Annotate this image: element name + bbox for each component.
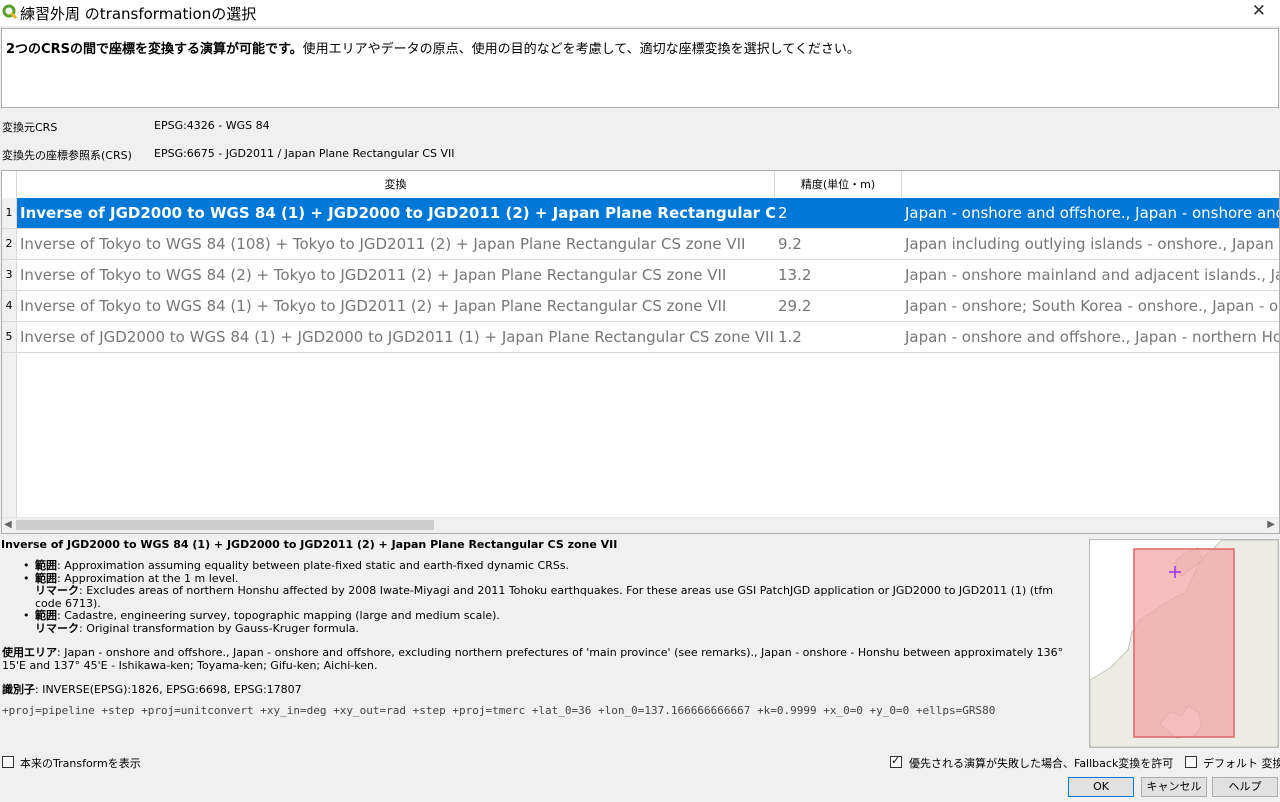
header-transform[interactable]: 変換 [17, 171, 775, 198]
cell-accuracy[interactable]: 29.2 [775, 291, 902, 321]
remark-key: リマーク [35, 621, 79, 635]
row-number: 3 [2, 260, 17, 290]
cell-transform[interactable]: Inverse of JGD2000 to WGS 84 (1) + JGD20… [17, 198, 775, 228]
help-button[interactable]: ヘルプ [1212, 777, 1278, 797]
show-original-label: 本来のTransformを表示 [20, 757, 141, 770]
cell-accuracy[interactable]: 2 [775, 198, 902, 228]
row-number: 1 [2, 198, 17, 228]
table-header: 変換 精度(単位・m) [2, 171, 1279, 199]
intro-body: 使用エリアやデータの原点、使用の目的などを考慮して、適切な座標変換を選択してくだ… [302, 42, 860, 57]
area-text: : Japan - onshore and offshore., Japan -… [2, 646, 1064, 672]
allow-fallback-label: 優先される演算が失敗した場合、Fallback変換を許可 [909, 757, 1174, 770]
table-row[interactable]: 5 Inverse of JGD2000 to WGS 84 (1) + JGD… [2, 322, 1279, 353]
cell-accuracy[interactable]: 9.2 [775, 229, 902, 259]
remark-value: : Excludes areas of northern Honshu affe… [35, 584, 1053, 610]
row-number: 2 [2, 229, 17, 259]
ok-button[interactable]: OK [1068, 777, 1134, 797]
header-corner [2, 171, 17, 198]
source-crs-row: 変換元CRS EPSG:4326 - WGS 84 [2, 119, 270, 135]
cell-transform[interactable]: Inverse of Tokyo to WGS 84 (108) + Tokyo… [17, 229, 775, 259]
identifiers: 識別子: INVERSE(EPSG):1826, EPSG:6698, EPSG… [2, 681, 302, 697]
item-value: : Approximation assuming equality betwee… [57, 559, 570, 572]
item-key: 範囲 [35, 571, 57, 585]
close-icon[interactable]: ✕ [1252, 1, 1266, 21]
horizontal-scrollbar[interactable]: ◀ ▶ [2, 517, 1279, 533]
cancel-button[interactable]: キャンセル [1141, 777, 1207, 797]
show-original-checkbox[interactable] [2, 756, 14, 768]
scroll-left-icon[interactable]: ◀ [4, 519, 12, 530]
cell-area[interactable]: Japan - onshore and offshore., Japan - o… [902, 198, 1279, 228]
details-title: Inverse of JGD2000 to WGS 84 (1) + JGD20… [1, 538, 618, 551]
extent-rectangle [1133, 548, 1235, 738]
table-row[interactable]: 1 Inverse of JGD2000 to WGS 84 (1) + JGD… [2, 198, 1279, 229]
item-key: 範囲 [35, 609, 57, 622]
title-bar: 練習外周 のtransformationの選択 ✕ [0, 0, 1280, 26]
table-row[interactable]: 3 Inverse of Tokyo to WGS 84 (2) + Tokyo… [2, 260, 1279, 291]
details-list: 範囲: Approximation assuming equality betw… [19, 559, 1081, 636]
details-item: 範囲: Approximation at the 1 m level. リマーク… [19, 571, 1081, 611]
qgis-logo-icon [2, 4, 18, 20]
source-crs-label: 変換元CRS [2, 121, 58, 134]
cell-accuracy[interactable]: 1.2 [775, 322, 902, 352]
dest-crs-value: EPSG:6675 - JGD2011 / Japan Plane Rectan… [154, 147, 455, 160]
default-transform-checkbox[interactable] [1185, 756, 1197, 768]
row-number: 4 [2, 291, 17, 321]
area-label: 使用エリア [2, 646, 57, 659]
item-key: 範囲 [35, 559, 57, 572]
remark-value: : Original transformation by Gauss-Kruge… [79, 621, 360, 635]
intro-bold: 2つのCRSの間で座標を変換する演算が可能です。 [6, 42, 303, 57]
window-title: 練習外周 のtransformationの選択 [20, 5, 257, 23]
allow-fallback-checkbox[interactable]: ✓ [890, 754, 902, 768]
cell-transform[interactable]: Inverse of Tokyo to WGS 84 (1) + Tokyo t… [17, 291, 775, 321]
cell-transform[interactable]: Inverse of Tokyo to WGS 84 (2) + Tokyo t… [17, 260, 775, 290]
item-remark: リマーク: Original transformation by Gauss-K… [35, 621, 1081, 636]
checkmark-icon: ✓ [891, 754, 901, 767]
scroll-thumb[interactable] [16, 520, 434, 530]
cell-transform[interactable]: Inverse of JGD2000 to WGS 84 (1) + JGD20… [17, 322, 775, 352]
item-remark: リマーク: Excludes areas of northern Honshu … [35, 584, 1081, 610]
default-transform-label: デフォルト 変換 [1203, 757, 1280, 770]
cell-area[interactable]: Japan - onshore; South Korea - onshore.,… [902, 291, 1279, 321]
item-value: : Approximation at the 1 m level. [57, 571, 239, 585]
area-of-use: 使用エリア: Japan - onshore and offshore., Ja… [2, 646, 1077, 672]
cell-accuracy[interactable]: 13.2 [775, 260, 902, 290]
item-value: : Cadastre, engineering survey, topograp… [57, 609, 500, 622]
header-area[interactable] [902, 171, 1279, 198]
intro-box: 2つのCRSの間で座標を変換する演算が可能です。使用エリアやデータの原点、使用の… [1, 28, 1279, 108]
header-accuracy[interactable]: 精度(単位・m) [775, 171, 902, 198]
dest-crs-label: 変換先の座標参照系(CRS) [2, 149, 132, 162]
dest-crs-row: 変換先の座標参照系(CRS) EPSG:6675 - JGD2011 / Jap… [2, 147, 454, 163]
cell-area[interactable]: Japan including outlying islands - onsho… [902, 229, 1279, 259]
cell-area[interactable]: Japan - onshore mainland and adjacent is… [902, 260, 1279, 290]
ident-text: : INVERSE(EPSG):1826, EPSG:6698, EPSG:17… [35, 683, 302, 696]
remark-key: リマーク [35, 584, 79, 597]
source-crs-value: EPSG:4326 - WGS 84 [154, 119, 270, 132]
details-item: 範囲: Cadastre, engineering survey, topogr… [19, 609, 1081, 636]
transformation-table[interactable]: 変換 精度(単位・m) 1 Inverse of JGD2000 to WGS … [1, 170, 1280, 534]
map-svg [1090, 540, 1278, 747]
cell-area[interactable]: Japan - onshore and offshore., Japan - n… [902, 322, 1279, 352]
scroll-right-icon[interactable]: ▶ [1267, 519, 1275, 530]
extent-map [1089, 539, 1279, 748]
table-row[interactable]: 4 Inverse of Tokyo to WGS 84 (1) + Tokyo… [2, 291, 1279, 322]
ident-label: 識別子 [2, 683, 35, 696]
intro-text: 2つのCRSの間で座標を変換する演算が可能です。使用エリアやデータの原点、使用の… [2, 29, 1278, 57]
row-number: 5 [2, 322, 17, 352]
table-row[interactable]: 2 Inverse of Tokyo to WGS 84 (108) + Tok… [2, 229, 1279, 260]
proj-string: +proj=pipeline +step +proj=unitconvert +… [2, 704, 996, 717]
